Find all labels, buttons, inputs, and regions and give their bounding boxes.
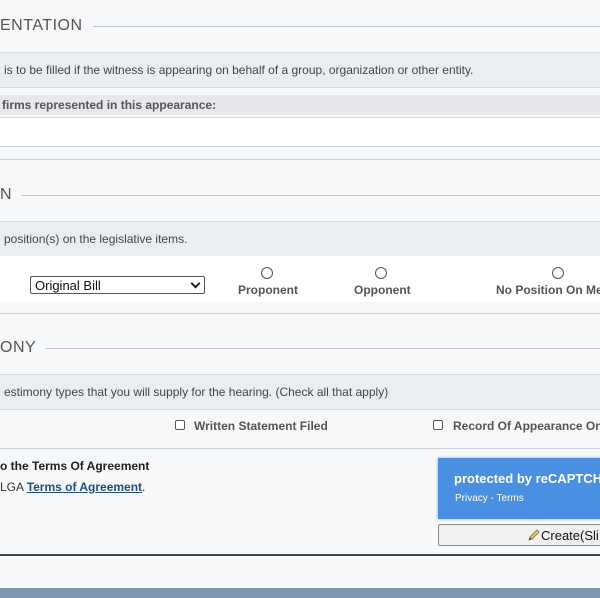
- representation-note: is to be filled if the witness is appear…: [0, 52, 600, 88]
- recaptcha-terms-link[interactable]: Terms: [497, 493, 524, 504]
- proponent-radio[interactable]: [261, 267, 273, 279]
- written-statement-checkbox[interactable]: [175, 420, 185, 430]
- proponent-label: Proponent: [238, 283, 298, 297]
- position-note-text: position(s) on the legislative items.: [4, 232, 188, 246]
- firms-label-text: firms represented in this appearance:: [2, 98, 217, 112]
- section-separator: [0, 313, 600, 314]
- terms-prefix: LGA: [0, 480, 27, 494]
- chevron-down-icon: [190, 278, 201, 289]
- firms-represented-input[interactable]: [0, 117, 600, 147]
- opponent-label: Opponent: [354, 283, 411, 297]
- terms-heading: o the Terms Of Agreement: [0, 459, 150, 473]
- recaptcha-separator: -: [487, 493, 497, 504]
- record-of-appearance-label: Record Of Appearance On: [453, 419, 600, 433]
- position-section-title: N: [0, 186, 23, 204]
- create-slip-label: Create(Sli: [541, 527, 599, 543]
- record-of-appearance-checkbox[interactable]: [433, 420, 443, 430]
- opponent-radio[interactable]: [375, 267, 387, 279]
- terms-suffix: .: [142, 480, 146, 494]
- testimony-note-text: estimony types that you will supply for …: [4, 385, 389, 399]
- no-position-label: No Position On Me: [496, 283, 600, 297]
- representation-section-title: ENTATION: [0, 17, 93, 35]
- terms-line: LGA Terms of Agreement.: [0, 480, 145, 494]
- section-divider-line: [36, 348, 600, 349]
- bill-version-selected: Original Bill: [35, 277, 101, 293]
- position-note: position(s) on the legislative items.: [0, 221, 600, 257]
- section-divider-line: [20, 195, 600, 196]
- bill-version-select[interactable]: Original Bill: [30, 276, 205, 294]
- recaptcha-links: Privacy - Terms: [455, 493, 524, 504]
- page-footer-band: [0, 588, 600, 598]
- testimony-section-title: ONY: [0, 339, 47, 357]
- section-separator: [0, 448, 600, 449]
- recaptcha-badge[interactable]: protected by reCAPTCHA Privacy - Terms: [438, 458, 600, 519]
- no-position-radio[interactable]: [552, 267, 564, 279]
- section-divider-line: [85, 26, 600, 27]
- recaptcha-privacy-link[interactable]: Privacy: [455, 493, 488, 504]
- terms-of-agreement-link[interactable]: Terms of Agreement: [27, 480, 142, 494]
- representation-note-text: is to be filled if the witness is appear…: [4, 63, 474, 77]
- create-slip-button[interactable]: Create(Sli: [438, 524, 600, 546]
- pencil-icon: [528, 529, 540, 541]
- testimony-note: estimony types that you will supply for …: [0, 374, 600, 410]
- appearance-form-panel: ENTATION is to be filled if the witness …: [0, 0, 600, 556]
- section-separator: [0, 159, 600, 160]
- recaptcha-title: protected by reCAPTCHA: [454, 471, 600, 486]
- written-statement-label: Written Statement Filed: [194, 419, 328, 433]
- firms-field-label: firms represented in this appearance:: [0, 95, 600, 115]
